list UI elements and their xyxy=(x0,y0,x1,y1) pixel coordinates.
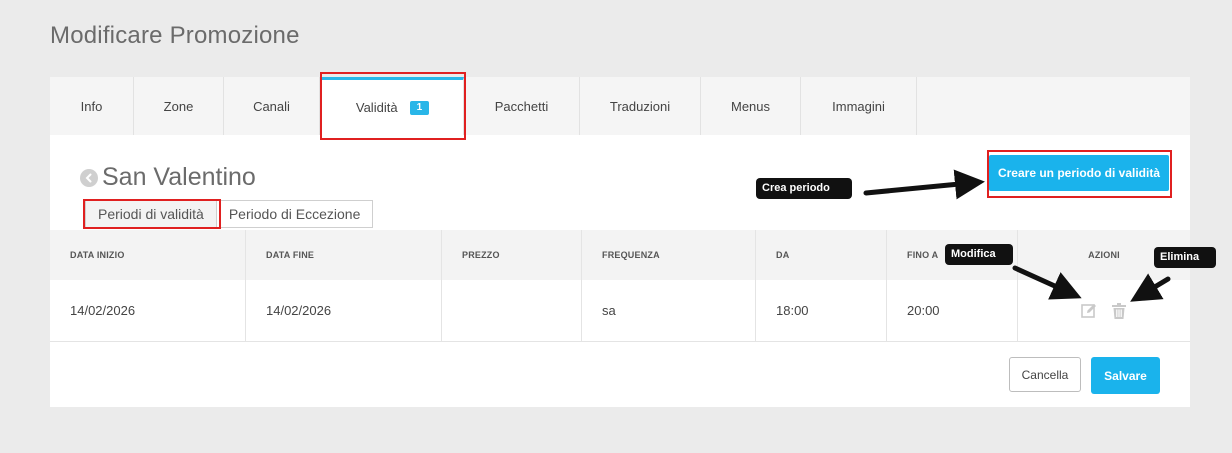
column-header: DATA INIZIO xyxy=(50,230,246,280)
cell-frequenza: sa xyxy=(582,280,756,341)
tab-label: Immagini xyxy=(832,98,885,114)
column-header: DATA FINE xyxy=(246,230,442,280)
tab-label: Menus xyxy=(730,98,771,114)
cell-data-inizio: 14/02/2026 xyxy=(50,280,246,341)
cell-prezzo xyxy=(442,280,582,341)
tab-label: Validità xyxy=(355,100,398,115)
promotion-header: San Valentino xyxy=(80,163,256,192)
table-header: DATA INIZIO DATA FINE PREZZO FREQUENZA D… xyxy=(50,230,1190,280)
table-row: 14/02/2026 14/02/2026 sa 18:00 20:00 xyxy=(50,280,1190,342)
tab-label: Traduzioni xyxy=(609,98,671,114)
tab-pacchetti[interactable]: Pacchetti xyxy=(464,77,580,135)
tab-bar: Info Zone Canali Validità 1 Pacchetti Tr… xyxy=(50,77,1190,135)
tab-label: Canali xyxy=(253,98,290,114)
edit-icon[interactable] xyxy=(1080,302,1098,320)
callout-crea-periodo: Crea periodo xyxy=(756,178,852,199)
promotion-name: San Valentino xyxy=(102,163,256,191)
tab-count-badge: 1 xyxy=(409,100,430,115)
tab-menus[interactable]: Menus xyxy=(701,77,801,135)
save-button[interactable]: Salvare xyxy=(1091,357,1160,394)
cell-da: 18:00 xyxy=(756,280,887,341)
tab-traduzioni[interactable]: Traduzioni xyxy=(580,77,701,135)
tab-info[interactable]: Info xyxy=(50,77,134,135)
create-validity-period-button[interactable]: Creare un periodo di validità xyxy=(989,155,1169,191)
cell-data-fine: 14/02/2026 xyxy=(246,280,442,341)
tab-validita[interactable]: Validità 1 xyxy=(322,77,464,135)
callout-elimina: Elimina xyxy=(1154,247,1216,268)
tab-label: Pacchetti xyxy=(494,98,549,114)
tab-label: Zone xyxy=(163,98,194,114)
validity-periods-table: DATA INIZIO DATA FINE PREZZO FREQUENZA D… xyxy=(50,230,1190,342)
column-header: DA xyxy=(756,230,887,280)
cell-azioni xyxy=(1018,280,1190,341)
validity-subtabs: Periodi di validità Periodo di Eccezione xyxy=(85,200,374,228)
tab-label: Info xyxy=(80,98,103,114)
subtab-label: Periodi di validità xyxy=(98,206,204,222)
callout-modifica: Modifica xyxy=(945,244,1013,265)
chevron-left-circle-icon[interactable] xyxy=(80,168,98,187)
tab-canali[interactable]: Canali xyxy=(224,77,320,135)
subtab-periodi-validita[interactable]: Periodi di validità xyxy=(85,200,217,228)
cell-fino-a: 20:00 xyxy=(887,280,1018,341)
column-header: PREZZO xyxy=(442,230,582,280)
cancel-button[interactable]: Cancella xyxy=(1009,357,1081,392)
subtab-label: Periodo di Eccezione xyxy=(228,206,361,222)
column-header: FREQUENZA xyxy=(582,230,756,280)
subtab-periodo-eccezione[interactable]: Periodo di Eccezione xyxy=(216,200,374,228)
tab-zone[interactable]: Zone xyxy=(134,77,224,135)
trash-icon[interactable] xyxy=(1110,302,1128,320)
tab-immagini[interactable]: Immagini xyxy=(801,77,917,135)
page-title: Modificare Promozione xyxy=(50,22,300,49)
